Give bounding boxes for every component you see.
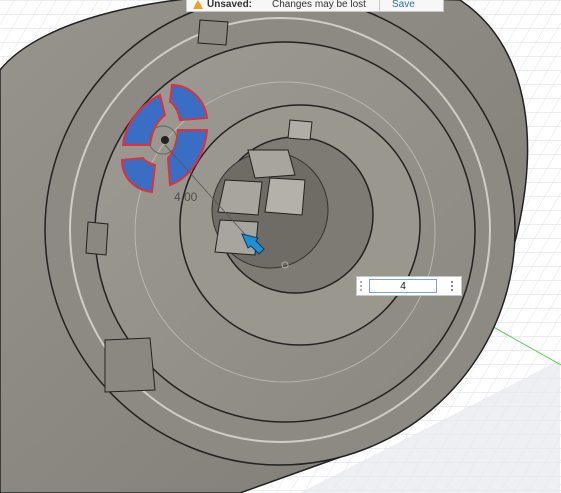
hub-slot-left (217, 179, 263, 216)
warning-icon (193, 0, 203, 9)
drag-grip-icon[interactable] (357, 277, 365, 295)
spoke-left (85, 221, 109, 256)
dimension-value-input[interactable] (369, 279, 437, 293)
hub-slot-notch (287, 119, 313, 141)
spoke-lower (104, 337, 156, 393)
spoke-top (197, 19, 229, 46)
hub-slot-right (264, 177, 306, 216)
canvas-viewport[interactable] (0, 0, 561, 493)
unsaved-status-label: Unsaved: (207, 0, 253, 10)
unsaved-message: Changes may be lost (272, 0, 366, 10)
profile-center-point (161, 136, 169, 144)
unsaved-notification: Unsaved: Changes may be lost Save (186, 0, 444, 12)
more-options-icon[interactable] (451, 281, 453, 291)
dimension-label: 4.00 (174, 190, 198, 204)
hub-slot-top (247, 149, 296, 179)
save-link[interactable]: Save (392, 0, 415, 10)
divider (378, 0, 380, 11)
dimension-input-box[interactable] (356, 276, 462, 296)
